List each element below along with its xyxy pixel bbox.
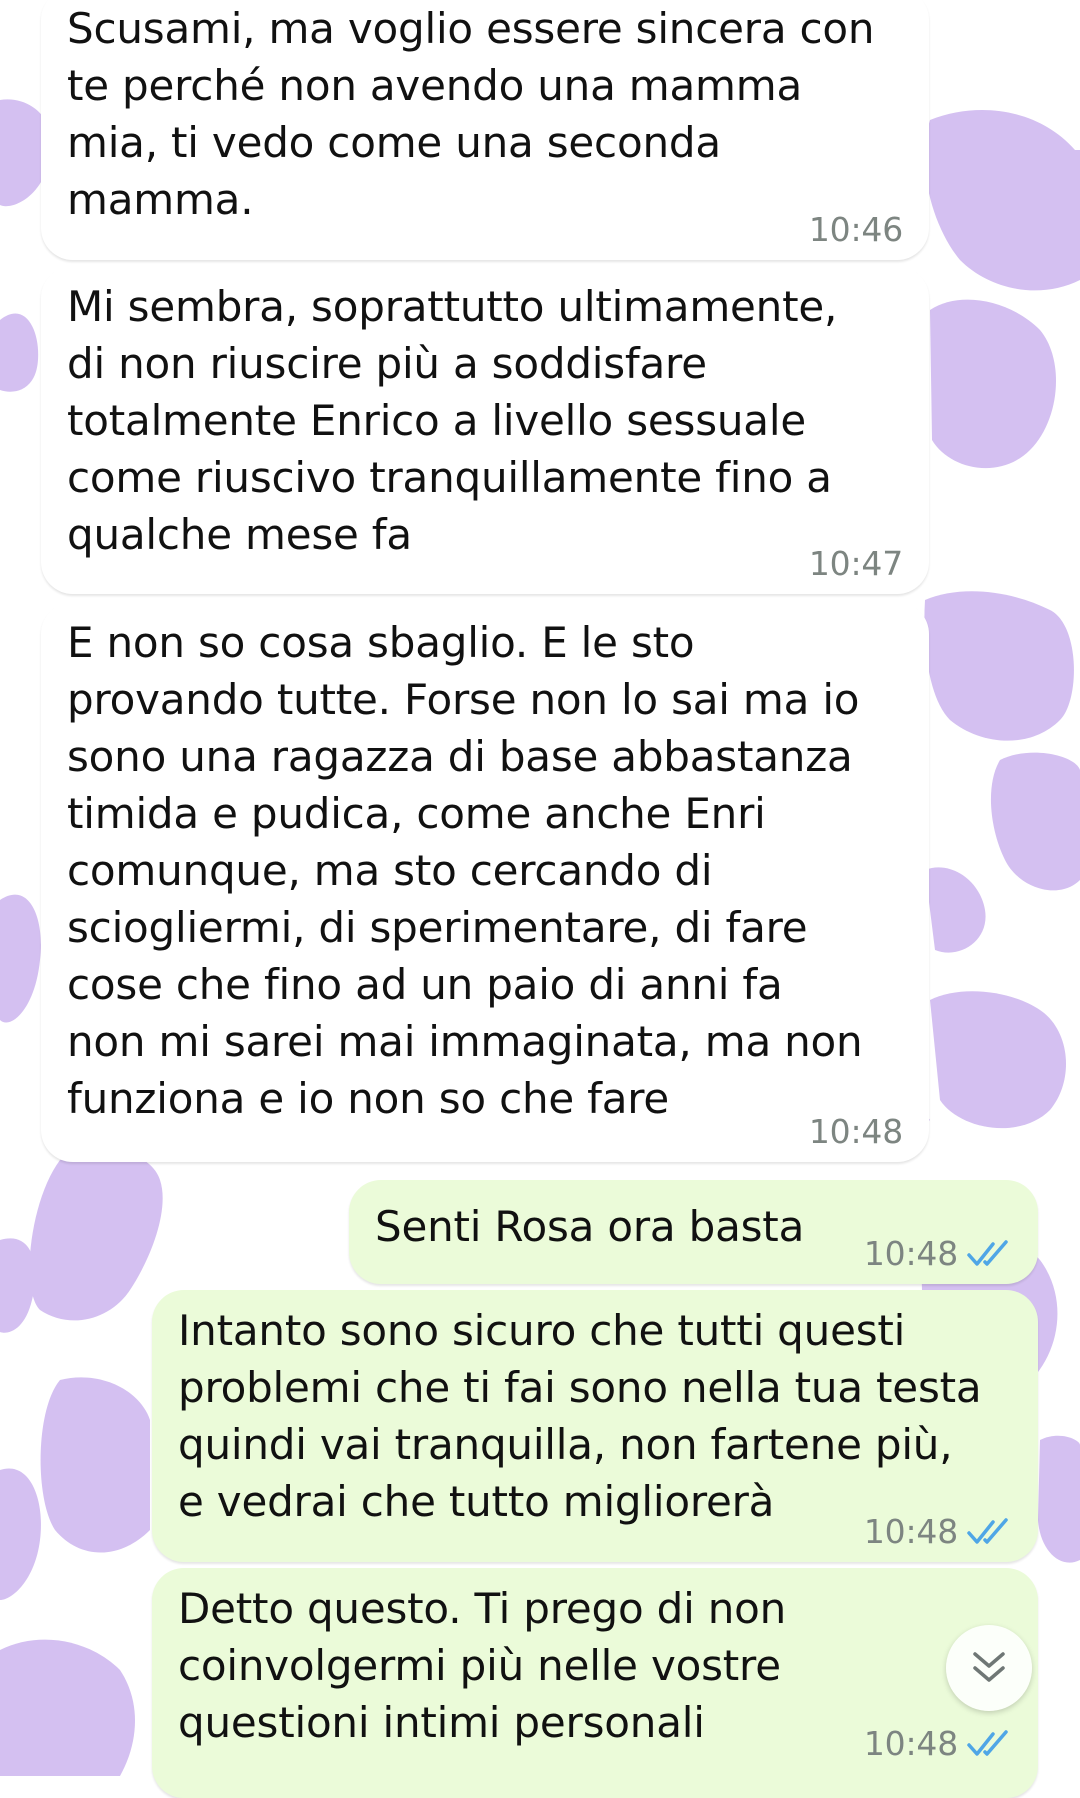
incoming-message[interactable]: Scusami, ma voglio essere sincera con te… [41, 0, 929, 260]
message-text: Mi sembra, soprattutto ultimamente, di n… [67, 282, 838, 559]
message-text: Intanto sono sicuro che tutti questi pro… [178, 1306, 982, 1526]
message-time: 10:48 [863, 1724, 958, 1763]
message-text: E non so cosa sbaglio. E le sto provando… [67, 618, 863, 1123]
scroll-to-bottom-button[interactable] [946, 1625, 1032, 1711]
message-text: Scusami, ma voglio essere sincera con te… [67, 4, 875, 224]
message-time: 10:48 [863, 1512, 958, 1551]
double-chevron-down-icon [973, 1652, 1005, 1682]
message-time: 10:47 [808, 544, 903, 583]
message-meta: 10:48 [864, 1234, 1012, 1274]
message-time: 10:46 [808, 210, 903, 249]
incoming-message[interactable]: E non so cosa sbaglio. E le sto provando… [41, 602, 929, 1162]
read-receipt-icon [967, 1730, 1008, 1756]
outgoing-message[interactable]: Senti Rosa ora basta 10:48 [349, 1180, 1038, 1284]
message-meta: 10:48 [864, 1512, 1012, 1552]
message-time: 10:48 [863, 1234, 958, 1273]
message-time: 10:48 [808, 1112, 903, 1151]
message-meta: 10:47 [809, 544, 903, 584]
outgoing-message[interactable]: Detto questo. Ti prego di non coinvolger… [152, 1568, 1038, 1798]
message-meta: 10:48 [864, 1724, 1012, 1764]
outgoing-message[interactable]: Intanto sono sicuro che tutti questi pro… [152, 1290, 1038, 1562]
message-meta: 10:46 [809, 210, 903, 250]
read-receipt-icon [967, 1518, 1008, 1544]
incoming-message[interactable]: Mi sembra, soprattutto ultimamente, di n… [41, 266, 929, 594]
message-list[interactable]: Scusami, ma voglio essere sincera con te… [0, 0, 1080, 1798]
message-meta: 10:48 [809, 1112, 903, 1152]
read-receipt-icon [967, 1240, 1008, 1266]
